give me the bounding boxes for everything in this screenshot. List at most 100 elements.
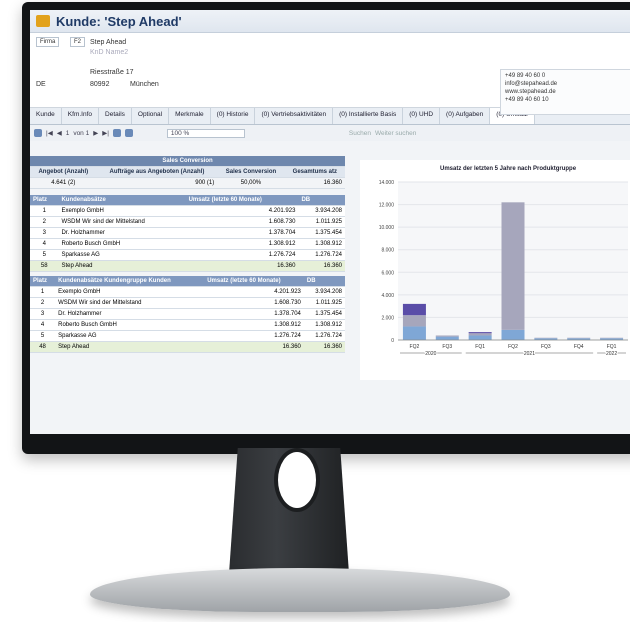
table-row[interactable]: 1 Exemplo GmbH 4.201.923 3.934.208	[30, 205, 345, 217]
refresh-icon[interactable]	[34, 129, 42, 137]
tab-optional[interactable]: Optional	[132, 108, 170, 124]
firma-code-field[interactable]: F2	[70, 37, 86, 47]
chart-title: Umsatz der letzten 5 Jahre nach Produktg…	[440, 166, 577, 172]
table-row[interactable]: 5 Sparkasse AG 1.276.724 1.276.724	[30, 249, 345, 261]
tab-vertriebsaktivitaeten[interactable]: (0) Vertriebsaktivitäten	[255, 108, 334, 124]
screen: Kunde: 'Step Ahead' Firma F2 Step Ahead …	[30, 10, 630, 434]
customer-name2: KnD Name2	[90, 49, 129, 56]
prev-page-icon[interactable]: ◀	[57, 129, 62, 137]
chart-svg: 0 2.000 4.000 6.000 8.000 10.000 12.000 14.000 F…	[379, 180, 628, 358]
last-page-icon[interactable]: ▶|	[102, 129, 109, 137]
cell-platz: 3	[30, 308, 56, 320]
cell-platz: 48	[30, 341, 56, 353]
bar-mid[interactable]	[534, 337, 558, 339]
cell-angebot: 4.641 (2)	[30, 177, 97, 189]
print-icon[interactable]	[112, 129, 121, 137]
tab-aufgaben[interactable]: (0) Aufgaben	[440, 108, 491, 124]
monitor-base	[90, 568, 510, 612]
next-page-icon[interactable]: ▶	[93, 129, 98, 137]
contact-box: +49 89 40 60 0 info@stepahead.de www.ste…	[500, 69, 630, 115]
cell-kunde: Step Ahead	[58, 260, 186, 272]
bar-top[interactable]	[402, 303, 426, 316]
cell-kunde: WSDM Wir sind der Mittelstand	[55, 297, 205, 309]
bar-mid[interactable]	[600, 337, 624, 339]
y-tick-label: 14.000	[379, 180, 395, 186]
cell-db: 16.360	[298, 260, 345, 272]
contact-web[interactable]: www.stepahead.de	[505, 88, 630, 96]
sales-conversion-title: Sales Conversion	[30, 156, 345, 167]
table-row[interactable]: 3 Dr. Holzhammer 1.378.704 1.375.454	[30, 227, 345, 239]
ranking-table-1: Platz Kundenabsätze Umsatz (letzte 60 Mo…	[30, 195, 345, 272]
cell-umsatz: 1.608.730	[204, 297, 304, 309]
search-link[interactable]: Suchen	[349, 130, 371, 137]
contact-phone: +49 89 40 60 0	[505, 73, 546, 79]
cell-platz: 1	[30, 286, 56, 298]
col-gesamtumsatz: Gesamtums atz	[284, 166, 345, 178]
country: DE	[36, 81, 46, 88]
bar-base[interactable]	[435, 336, 459, 340]
x-tick-label: FQ3	[541, 344, 551, 350]
table-row[interactable]: 1 Exemplo GmbH 4.201.923 3.934.208	[30, 286, 345, 298]
table-row[interactable]: 2 WSDM Wir sind der Mittelstand 1.608.730 1…	[30, 297, 345, 309]
table-row[interactable]: 4 Roberto Busch GmbH 1.308.912 1.308.912	[30, 319, 345, 331]
col-auftraege: Aufträge aus Angeboten (Anzahl)	[96, 166, 218, 178]
cell-kunde: Roberto Busch GmbH	[55, 319, 205, 331]
tab-details[interactable]: Details	[99, 108, 132, 124]
bar-mid[interactable]	[468, 333, 492, 336]
table-row[interactable]: 48 Step Ahead 16.360 16.360	[30, 341, 345, 353]
revenue-chart: Umsatz der letzten 5 Jahre nach Produktg…	[360, 160, 630, 380]
next-search-link[interactable]: Weiter suchen	[375, 130, 416, 137]
zoom-select[interactable]: 100 %	[166, 128, 245, 138]
col-db: DB	[298, 195, 345, 206]
cell-db: 1.375.454	[298, 227, 345, 239]
window-title: Kunde: 'Step Ahead'	[56, 13, 182, 29]
cell-db: 1.308.912	[303, 319, 345, 331]
cell-kunde: Sparkasse AG	[55, 330, 205, 342]
tab-historie[interactable]: (0) Historie	[211, 108, 256, 124]
cell-umsatz: 1.378.704	[204, 308, 304, 320]
cell-umsatz: 1.308.912	[204, 319, 304, 331]
cell-gesamtumsatz: 16.360	[284, 177, 345, 189]
report-toolbar: |◀ ◀ 1 von 1 ▶ ▶| 100 % Suchen Weiter su…	[30, 125, 630, 141]
cell-umsatz: 1.378.704	[185, 227, 299, 239]
tab-merkmale[interactable]: Merkmale	[169, 108, 211, 124]
bar-top[interactable]	[468, 332, 492, 334]
bar-base[interactable]	[402, 326, 426, 340]
cell-kunde: Sparkasse AG	[58, 249, 186, 261]
bar-base[interactable]	[468, 335, 492, 340]
table-row[interactable]: 3 Dr. Holzhammer 1.378.704 1.375.454	[30, 308, 345, 320]
year-group-label: 2021	[524, 351, 535, 357]
export-icon[interactable]	[124, 129, 133, 137]
col-kunde: Kundenabsätze Kundengruppe Kunden	[55, 276, 205, 287]
table-row[interactable]: 58 Step Ahead 16.360 16.360	[30, 260, 345, 272]
cell-umsatz: 16.360	[204, 341, 304, 353]
table-row[interactable]: 4 Roberto Busch GmbH 1.308.912 1.308.912	[30, 238, 345, 250]
table-row[interactable]: 2 WSDM Wir sind der Mittelstand 1.608.730 1…	[30, 216, 345, 228]
contact-email[interactable]: info@stepahead.de	[505, 80, 630, 88]
table-row[interactable]: 5 Sparkasse AG 1.276.724 1.276.724	[30, 330, 345, 342]
tab-uhd[interactable]: (0) UHD	[403, 108, 441, 124]
cell-platz: 2	[30, 297, 56, 309]
x-tick-label: FQ1	[475, 344, 485, 350]
cell-db: 1.276.724	[303, 330, 345, 342]
cell-kunde: WSDM Wir sind der Mittelstand	[58, 216, 186, 228]
bar-mid[interactable]	[501, 202, 525, 330]
year-group-label: 2020	[425, 351, 436, 357]
tab-kfm-info[interactable]: Kfm.Info	[62, 108, 100, 124]
cell-auftraege: 900 (1)	[96, 177, 218, 189]
bar-base[interactable]	[501, 329, 525, 340]
bar-mid[interactable]	[435, 335, 459, 337]
tab-kunde[interactable]: Kunde	[30, 108, 62, 124]
cell-db: 3.934.208	[298, 205, 345, 217]
x-tick-label: FQ2	[410, 344, 420, 350]
y-tick-label: 12.000	[379, 203, 395, 209]
tab-installierte-basis[interactable]: (0) Installierte Basis	[333, 108, 404, 124]
zip: 80992	[90, 81, 110, 88]
cell-db: 1.375.454	[303, 308, 345, 320]
first-page-icon[interactable]: |◀	[46, 129, 53, 137]
cell-platz: 2	[30, 216, 59, 228]
bar-mid[interactable]	[402, 315, 426, 327]
cell-db: 1.308.912	[298, 238, 345, 250]
page-input[interactable]: 1	[66, 130, 70, 137]
bar-mid[interactable]	[567, 337, 591, 339]
